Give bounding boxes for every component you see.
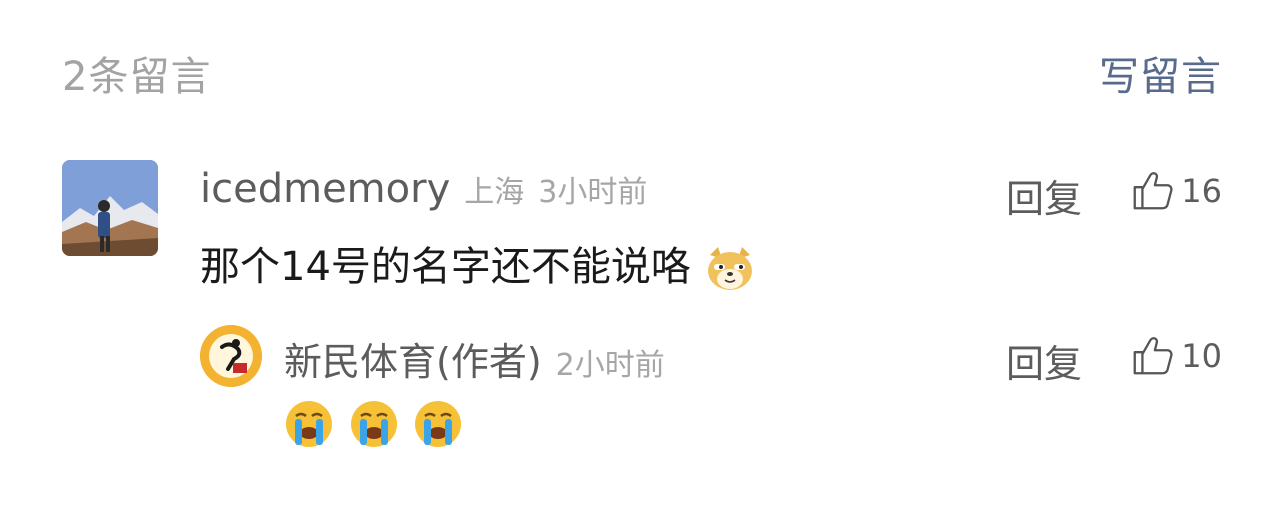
like-button[interactable]: 10 (1129, 333, 1222, 379)
location: 上海 (464, 175, 525, 210)
reply-text (284, 393, 463, 449)
author-avatar[interactable] (200, 325, 262, 387)
doge-emoji (707, 247, 752, 290)
crying-emoji (415, 400, 462, 447)
reply-meta: 新民体育(作者) 2小时前 (284, 331, 665, 386)
comment-item: icedmemory 上海 3小时前 回复 16 那个14号的名字还不能说咯 (62, 160, 1222, 300)
timestamp: 2小时前 (555, 348, 665, 383)
avatar-photo (62, 160, 158, 256)
reply-button[interactable]: 回复 (1006, 168, 1082, 223)
author-name[interactable]: 新民体育(作者) (284, 340, 542, 384)
comment-body: 那个14号的名字还不能说咯 (200, 244, 691, 290)
like-button[interactable]: 16 (1129, 168, 1222, 214)
reply-button[interactable]: 回复 (1006, 333, 1082, 388)
timestamp: 3小时前 (538, 175, 648, 210)
username[interactable]: icedmemory (200, 166, 450, 212)
write-comment-button[interactable]: 写留言 (1099, 44, 1222, 102)
thumbs-up-icon (1133, 172, 1173, 210)
thumbs-up-icon (1133, 337, 1173, 375)
crying-emoji (350, 400, 397, 447)
comment-meta: icedmemory 上海 3小时前 (200, 166, 647, 212)
xinmin-logo-icon (200, 325, 262, 387)
avatar[interactable] (62, 160, 158, 256)
comments-header: 2条留言 写留言 (62, 40, 1222, 100)
like-count: 16 (1181, 172, 1222, 210)
reply-item: 新民体育(作者) 2小时前 回复 10 (200, 325, 1222, 455)
comment-text: 那个14号的名字还不能说咯 (200, 234, 756, 293)
crying-emoji (286, 400, 332, 447)
comment-count: 2条留言 (62, 54, 212, 100)
like-count: 10 (1181, 337, 1222, 375)
